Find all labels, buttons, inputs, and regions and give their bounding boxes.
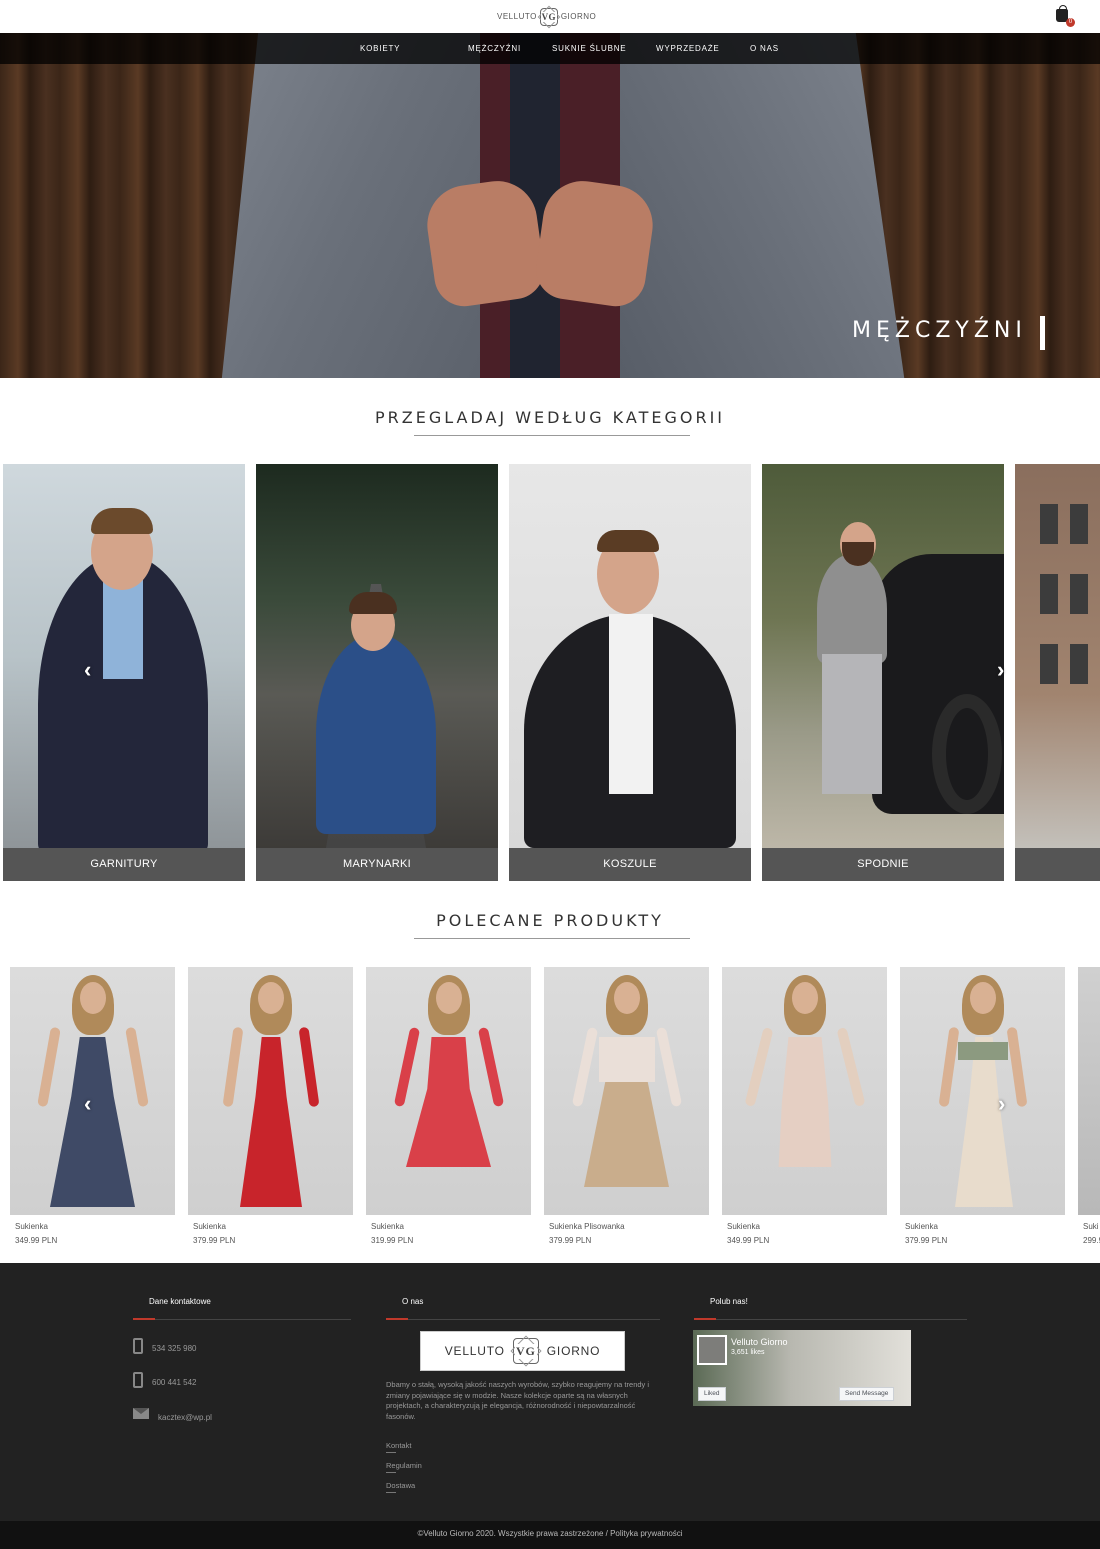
category-photo bbox=[762, 464, 1004, 848]
logo-text-right: GIORNO bbox=[560, 12, 597, 21]
phone-icon bbox=[133, 1338, 143, 1354]
category-card-koszule[interactable]: KOSZULE bbox=[509, 464, 751, 881]
products-title: POLECANE PRODUKTY bbox=[436, 911, 664, 930]
category-card-garnitury[interactable]: GARNITURY bbox=[3, 464, 245, 881]
footer-contact-title: Dane kontaktowe bbox=[149, 1297, 211, 1306]
logo[interactable]: VELLUTO VG GIORNO bbox=[497, 6, 596, 27]
footer-logo: VELLUTO VG GIORNO bbox=[420, 1331, 625, 1371]
product-photo bbox=[366, 967, 531, 1215]
footer-phone-2[interactable]: 600 441 542 bbox=[152, 1378, 197, 1387]
footer-about-title: O nas bbox=[402, 1297, 424, 1306]
category-card-partial[interactable] bbox=[1015, 464, 1100, 881]
product-price: 379.99 PLN bbox=[193, 1236, 236, 1245]
footer-accent-line bbox=[694, 1318, 716, 1320]
category-card-spodnie[interactable]: SPODNIE bbox=[762, 464, 1004, 881]
chevron-right-icon[interactable]: › bbox=[997, 657, 1004, 683]
category-label: MARYNARKI bbox=[256, 848, 498, 881]
logo-text-left: VELLUTO bbox=[497, 12, 537, 21]
product-photo bbox=[10, 967, 175, 1215]
nav-item-suknie-slubne[interactable]: SUKNIE ŚLUBNE bbox=[552, 44, 626, 53]
product-name[interactable]: Sukienka bbox=[905, 1222, 938, 1231]
categories-title: PRZEGLADAJ WEDŁUG KATEGORII bbox=[374, 408, 726, 427]
chevron-left-icon[interactable]: ‹ bbox=[84, 1091, 91, 1117]
top-header: VELLUTO VG GIORNO 0 bbox=[0, 0, 1100, 33]
footer-accent-line bbox=[133, 1318, 155, 1320]
hero-caption: MĘŻCZYŹNI bbox=[852, 318, 1027, 343]
product-photo bbox=[900, 967, 1065, 1215]
category-photo bbox=[1015, 464, 1100, 848]
logo-text-right: GIORNO bbox=[546, 1344, 601, 1358]
category-label: SPODNIE bbox=[762, 848, 1004, 881]
hero-photo-part bbox=[532, 175, 658, 311]
product-price: 349.99 PLN bbox=[727, 1236, 770, 1245]
nav-item-o-nas[interactable]: O NAS bbox=[750, 44, 779, 53]
footer-divider bbox=[133, 1319, 351, 1320]
envelope-icon bbox=[133, 1408, 149, 1419]
product-card-partial[interactable]: Suki 299.9 bbox=[1078, 967, 1100, 1257]
products-title-underline bbox=[414, 938, 690, 939]
nav-item-mezczyzni[interactable]: MĘŻCZYŹNI bbox=[468, 44, 521, 53]
product-photo bbox=[722, 967, 887, 1215]
facebook-page-thumbnail bbox=[697, 1335, 727, 1365]
product-price: 379.99 PLN bbox=[549, 1236, 592, 1245]
phone-icon bbox=[133, 1372, 143, 1388]
footer-about-text: Dbamy o stałą, wysoką jakość naszych wyr… bbox=[386, 1380, 650, 1421]
product-name[interactable]: Sukienka bbox=[371, 1222, 404, 1231]
product-photo bbox=[1078, 967, 1100, 1215]
product-name[interactable]: Sukienka bbox=[193, 1222, 226, 1231]
footer-accent-line bbox=[386, 1318, 408, 1320]
product-name[interactable]: Sukienka Plisowanka bbox=[549, 1222, 625, 1231]
hero-photo-part bbox=[422, 175, 548, 311]
category-label: KOSZULE bbox=[509, 848, 751, 881]
chevron-right-icon[interactable]: › bbox=[998, 1091, 1005, 1117]
hero-caption-bar bbox=[1040, 316, 1045, 350]
footer-email[interactable]: kacztex@wp.pl bbox=[158, 1413, 212, 1422]
footer-divider bbox=[386, 1319, 660, 1320]
facebook-page-name[interactable]: Velluto Giorno bbox=[731, 1337, 788, 1347]
categories-title-underline bbox=[414, 435, 690, 436]
nav-item-wyprzedaze[interactable]: WYPRZEDAŻE bbox=[656, 44, 720, 53]
facebook-page-widget[interactable]: Velluto Giorno 3,651 likes Liked Send Me… bbox=[693, 1330, 911, 1406]
product-name[interactable]: Suki bbox=[1083, 1222, 1099, 1231]
logo-mark: VG bbox=[512, 1338, 539, 1364]
product-price: 299.9 bbox=[1083, 1236, 1100, 1245]
footer-link-dostawa[interactable]: Dostawa bbox=[386, 1481, 415, 1493]
product-price: 379.99 PLN bbox=[905, 1236, 948, 1245]
nav-item-kobiety[interactable]: KOBIETY bbox=[360, 44, 400, 53]
category-photo bbox=[256, 464, 498, 848]
product-photo bbox=[544, 967, 709, 1215]
product-price: 349.99 PLN bbox=[15, 1236, 58, 1245]
footer-link-regulamin[interactable]: Regulamin bbox=[386, 1461, 422, 1473]
product-name[interactable]: Sukienka bbox=[15, 1222, 48, 1231]
facebook-send-message-button[interactable]: Send Message bbox=[839, 1387, 895, 1401]
facebook-liked-button[interactable]: Liked bbox=[698, 1387, 726, 1401]
footer-phone-1[interactable]: 534 325 980 bbox=[152, 1344, 197, 1353]
category-label bbox=[1015, 848, 1100, 881]
logo-text-left: VELLUTO bbox=[444, 1344, 505, 1358]
category-label: GARNITURY bbox=[3, 848, 245, 881]
footer-like-title: Polub nas! bbox=[710, 1297, 748, 1306]
copyright-text: ©Velluto Giorno 2020. Wszystkie prawa za… bbox=[417, 1529, 683, 1538]
logo-mark: VG bbox=[539, 7, 558, 26]
main-nav: KOBIETY MĘŻCZYŹNI SUKNIE ŚLUBNE WYPRZEDA… bbox=[0, 33, 1100, 64]
footer-link-kontakt[interactable]: Kontakt bbox=[386, 1441, 411, 1453]
cart-count-badge: 0 bbox=[1066, 18, 1075, 27]
product-photo bbox=[188, 967, 353, 1215]
category-card-marynarki[interactable]: MARYNARKI bbox=[256, 464, 498, 881]
category-photo bbox=[3, 464, 245, 854]
category-photo bbox=[509, 464, 751, 848]
chevron-left-icon[interactable]: ‹ bbox=[84, 657, 91, 683]
product-price: 319.99 PLN bbox=[371, 1236, 414, 1245]
product-name[interactable]: Sukienka bbox=[727, 1222, 760, 1231]
footer-divider bbox=[694, 1319, 967, 1320]
facebook-likes-count: 3,651 likes bbox=[731, 1349, 765, 1356]
